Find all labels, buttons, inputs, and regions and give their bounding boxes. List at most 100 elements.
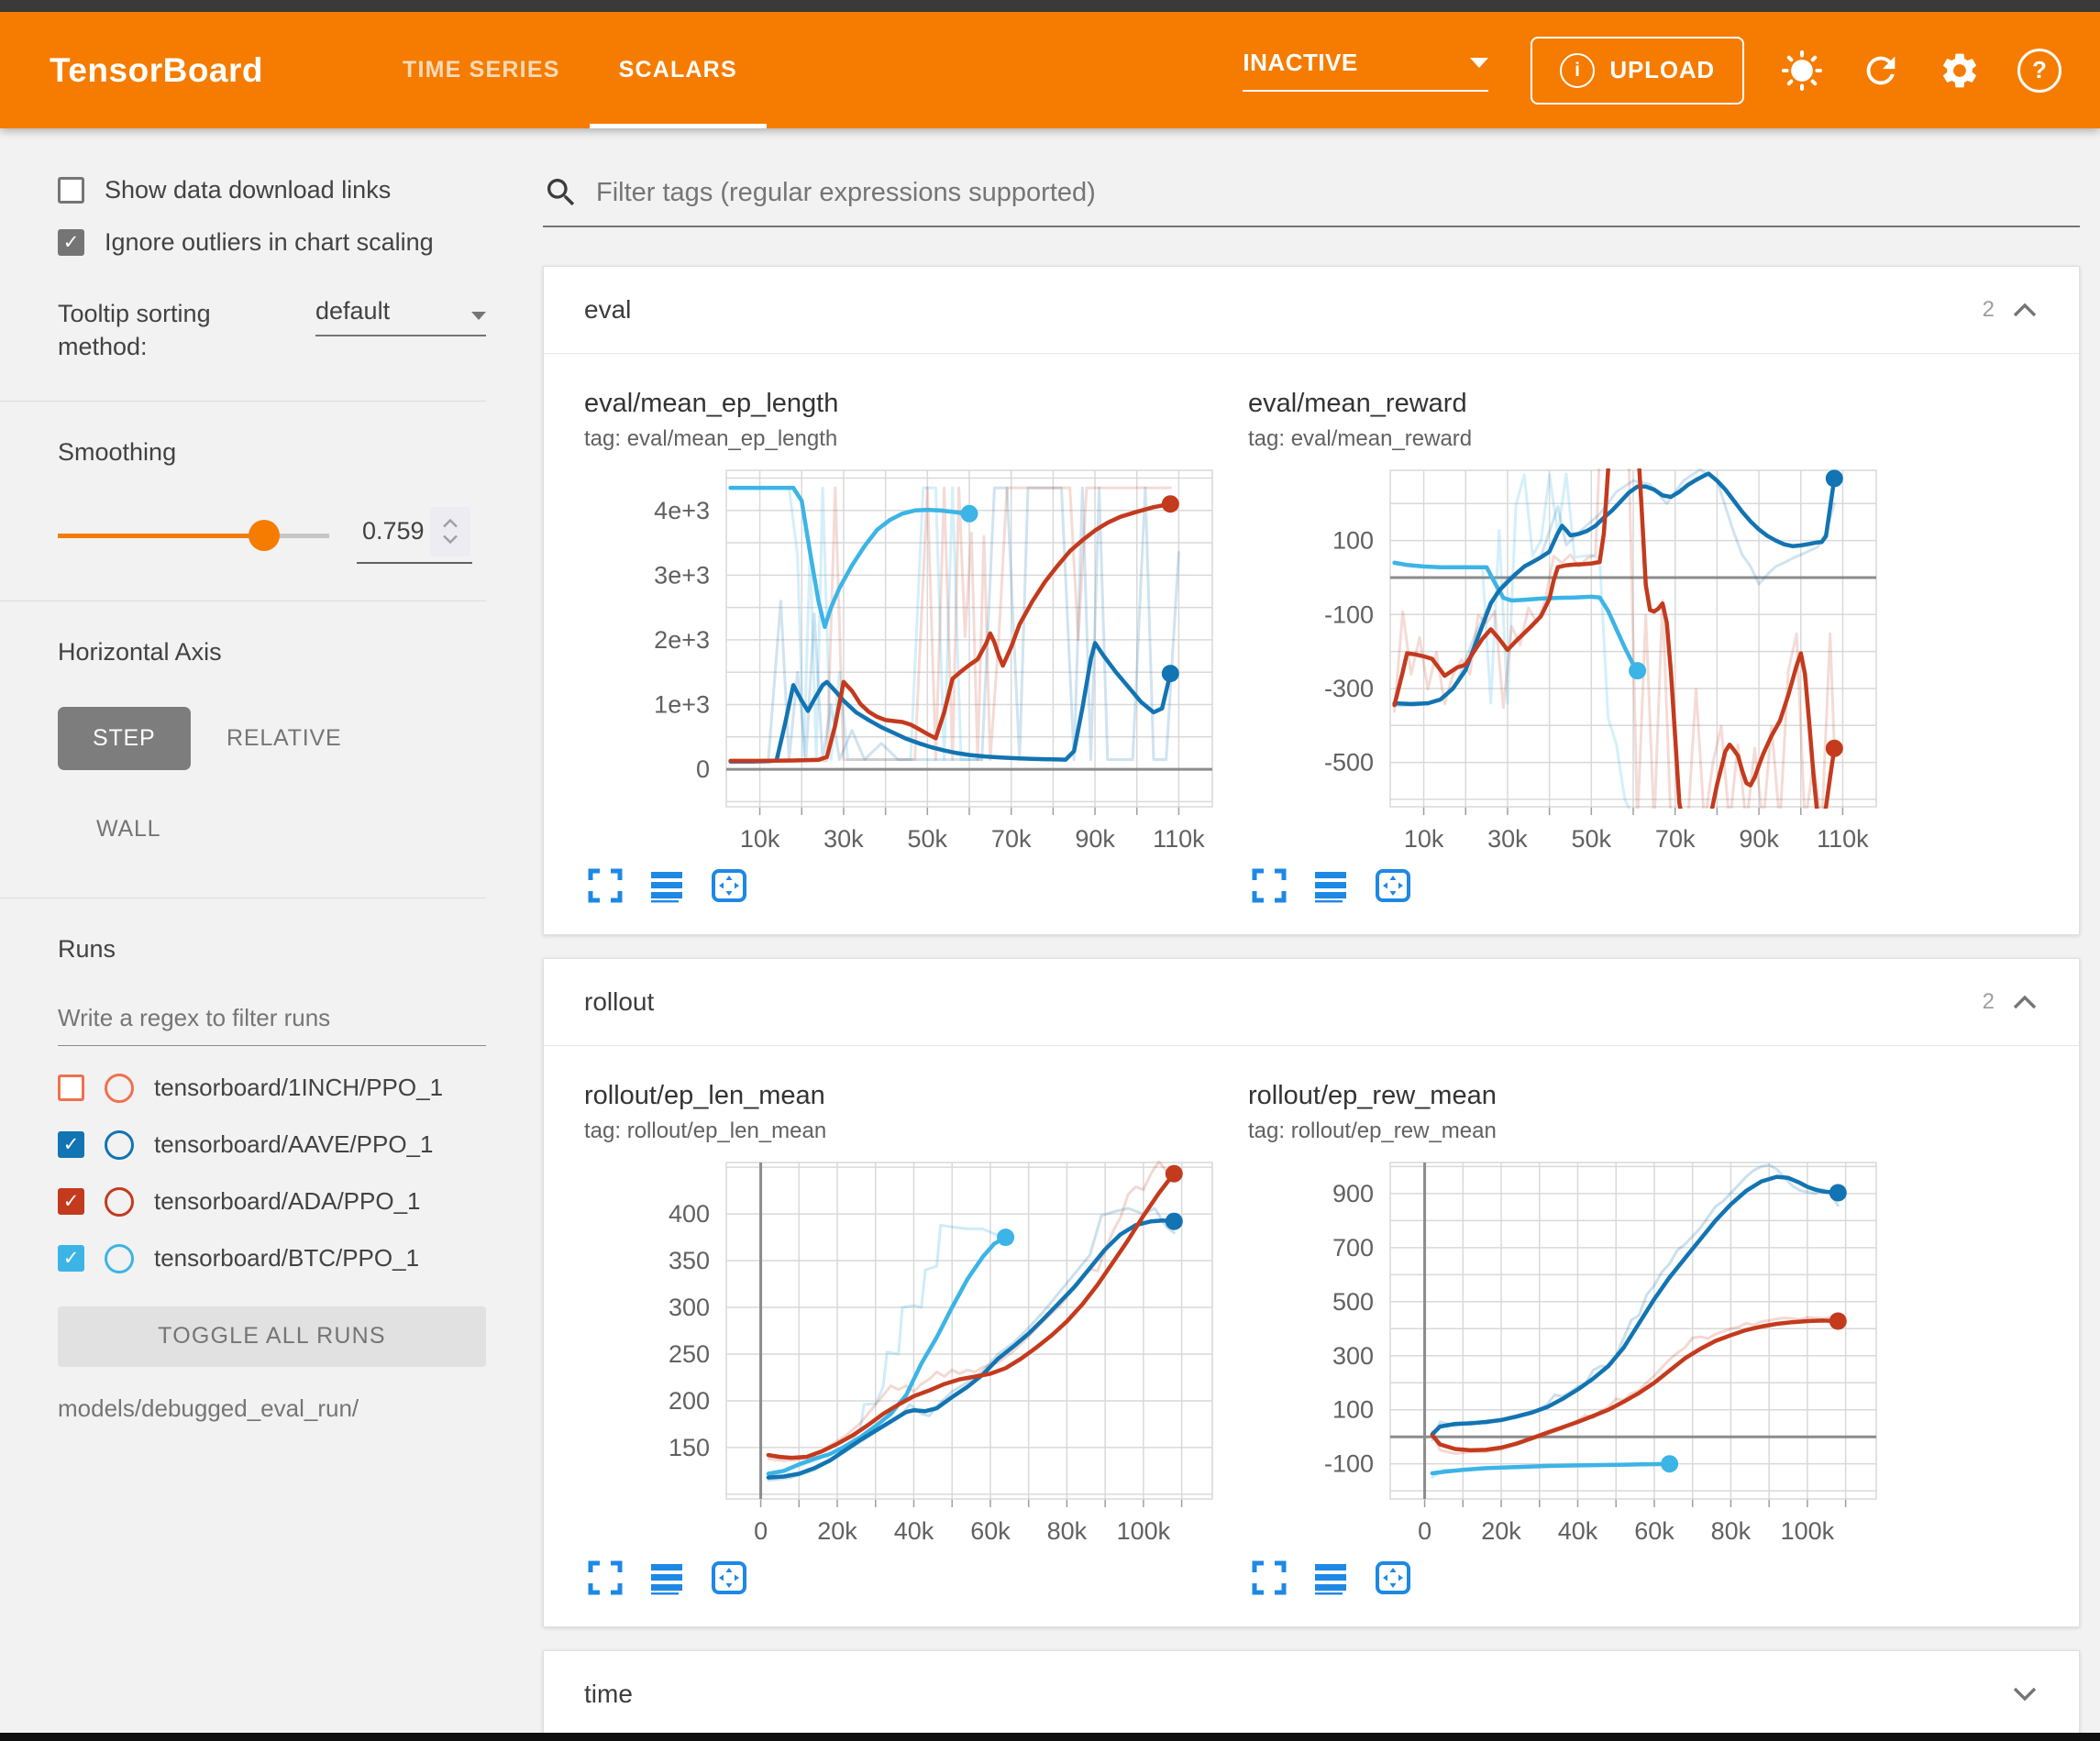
svg-text:100: 100 (1332, 1396, 1374, 1424)
svg-text:700: 700 (1332, 1234, 1374, 1262)
run-color-swatch[interactable] (105, 1244, 134, 1273)
section-header-time[interactable]: time (544, 1651, 2079, 1733)
slider-thumb[interactable] (249, 520, 280, 551)
svg-text:40k: 40k (894, 1517, 934, 1545)
help-button[interactable]: ? (2017, 49, 2061, 93)
tab-scalars[interactable]: SCALARS (590, 12, 767, 128)
svg-text:80k: 80k (1711, 1517, 1752, 1545)
chart-card-mean-ep-length: eval/mean_ep_length tag: eval/mean_ep_le… (584, 389, 1226, 903)
section-header-eval[interactable]: eval 2 (544, 267, 2079, 354)
line-chart-mean-reward[interactable]: 100-100-300-50010k30k50k70k90k110k (1248, 463, 1890, 859)
chevron-down-icon (471, 312, 486, 320)
run-checkbox[interactable]: ✓ (58, 1131, 84, 1158)
run-color-swatch[interactable] (105, 1187, 134, 1217)
show-download-links-checkbox[interactable]: ✓ Show data download links (58, 176, 486, 204)
svg-text:40k: 40k (1558, 1517, 1598, 1545)
top-app-bar: TensorBoard TIME SERIES SCALARS INACTIVE… (0, 12, 2100, 128)
chart-tag: tag: eval/mean_ep_length (584, 426, 1226, 452)
run-color-swatch[interactable] (105, 1074, 134, 1103)
svg-text:0: 0 (754, 1517, 768, 1545)
svg-text:1e+3: 1e+3 (654, 691, 710, 719)
section-header-rollout[interactable]: rollout 2 (544, 959, 2079, 1046)
app-title: TensorBoard (50, 51, 263, 90)
svg-text:10k: 10k (740, 825, 780, 853)
run-checkbox[interactable]: ✓ (58, 1188, 84, 1215)
svg-text:-100: -100 (1324, 601, 1374, 628)
line-chart-mean-ep-length[interactable]: 01e+32e+33e+34e+310k30k50k70k90k110k (584, 463, 1226, 859)
svg-text:250: 250 (669, 1340, 710, 1368)
svg-text:100k: 100k (1117, 1517, 1171, 1545)
svg-text:10k: 10k (1404, 825, 1444, 853)
settings-button[interactable] (1939, 50, 1981, 92)
data-table-icon[interactable] (648, 1560, 685, 1595)
fit-domain-icon[interactable] (1375, 868, 1411, 903)
run-row-ada[interactable]: ✓ tensorboard/ADA/PPO_1 (58, 1187, 486, 1217)
fullscreen-icon[interactable] (588, 868, 623, 903)
checkbox-icon[interactable]: ✓ (58, 177, 84, 204)
svg-text:20k: 20k (817, 1517, 857, 1545)
svg-text:30k: 30k (1487, 825, 1528, 853)
run-row-btc[interactable]: ✓ tensorboard/BTC/PPO_1 (58, 1244, 486, 1273)
axis-relative-button[interactable]: RELATIVE (197, 707, 370, 770)
chart-title: eval/mean_ep_length (584, 389, 1226, 419)
data-table-icon[interactable] (1312, 1560, 1349, 1595)
svg-text:4e+3: 4e+3 (654, 497, 710, 524)
data-table-icon[interactable] (1312, 868, 1349, 903)
tooltip-sorting-select[interactable]: default (315, 297, 486, 336)
checkbox-icon[interactable]: ✓ (58, 229, 84, 256)
smoothing-value-field[interactable]: 0.759 (357, 507, 472, 564)
divider (0, 401, 486, 402)
toggle-all-runs-button[interactable]: TOGGLE ALL RUNS (58, 1306, 486, 1367)
tag-filter-row (543, 174, 2080, 227)
svg-text:90k: 90k (1075, 825, 1115, 853)
svg-text:110k: 110k (1817, 825, 1869, 853)
info-icon: i (1560, 53, 1595, 88)
chart-card-ep-len-mean: rollout/ep_len_mean tag: rollout/ep_len_… (584, 1081, 1226, 1595)
smoothing-control: 0.759 (58, 507, 486, 564)
fit-domain-icon[interactable] (1375, 1560, 1411, 1595)
run-row-1inch[interactable]: ✓ tensorboard/1INCH/PPO_1 (58, 1074, 486, 1103)
tab-time-series[interactable]: TIME SERIES (373, 12, 590, 128)
chevron-up-icon[interactable] (2011, 994, 2039, 1010)
settings-sidebar: ✓ Show data download links ✓ Ignore outl… (0, 128, 503, 1733)
refresh-button[interactable] (1860, 50, 1902, 92)
fullscreen-icon[interactable] (588, 1560, 623, 1595)
gear-icon (1939, 50, 1981, 92)
inactive-status-dropdown[interactable]: INACTIVE (1243, 49, 1488, 92)
data-table-icon[interactable] (648, 868, 685, 903)
run-checkbox[interactable]: ✓ (58, 1245, 84, 1272)
chevron-up-icon[interactable] (2011, 302, 2039, 318)
eval-charts-row: eval/mean_ep_length tag: eval/mean_ep_le… (544, 354, 2079, 934)
chevron-down-icon (1470, 58, 1488, 68)
chart-count-badge: 2 (1983, 989, 1995, 1015)
taskbar-strip (0, 1733, 2100, 1741)
svg-text:80k: 80k (1047, 1517, 1088, 1545)
run-checkbox[interactable]: ✓ (58, 1074, 84, 1101)
line-chart-ep-rew-mean[interactable]: -100100300500700900020k40k60k80k100k (1248, 1155, 1890, 1551)
dashboard-main: eval 2 eval/mean_ep_length tag: eval/mea… (503, 128, 2100, 1733)
svg-text:70k: 70k (1655, 825, 1696, 853)
fullscreen-icon[interactable] (1252, 1560, 1287, 1595)
svg-text:50k: 50k (1572, 825, 1612, 853)
run-color-swatch[interactable] (105, 1130, 134, 1160)
ignore-outliers-checkbox[interactable]: ✓ Ignore outliers in chart scaling (58, 228, 486, 257)
svg-text:200: 200 (669, 1387, 710, 1415)
browser-chrome-strip (0, 0, 2100, 12)
fullscreen-icon[interactable] (1252, 868, 1287, 903)
svg-text:100: 100 (1332, 527, 1374, 555)
line-chart-ep-len-mean[interactable]: 150200250300350400020k40k60k80k100k (584, 1155, 1226, 1551)
svg-text:-300: -300 (1324, 675, 1374, 702)
smoothing-slider[interactable] (58, 520, 329, 551)
chevron-down-icon[interactable] (2011, 1686, 2039, 1702)
upload-button[interactable]: i UPLOAD (1531, 37, 1744, 105)
tag-filter-input[interactable] (594, 177, 2080, 209)
runs-filter-input[interactable] (58, 1004, 486, 1046)
fit-domain-icon[interactable] (711, 868, 747, 903)
run-row-aave[interactable]: ✓ tensorboard/AAVE/PPO_1 (58, 1130, 486, 1160)
brightness-toggle-button[interactable] (1781, 50, 1823, 92)
axis-step-button[interactable]: STEP (58, 707, 191, 770)
axis-wall-button[interactable]: WALL (67, 798, 190, 861)
fit-domain-icon[interactable] (711, 1560, 747, 1595)
section-card-rollout: rollout 2 rollout/ep_len_mean tag: rollo… (543, 958, 2080, 1627)
smoothing-stepper[interactable] (430, 507, 470, 556)
